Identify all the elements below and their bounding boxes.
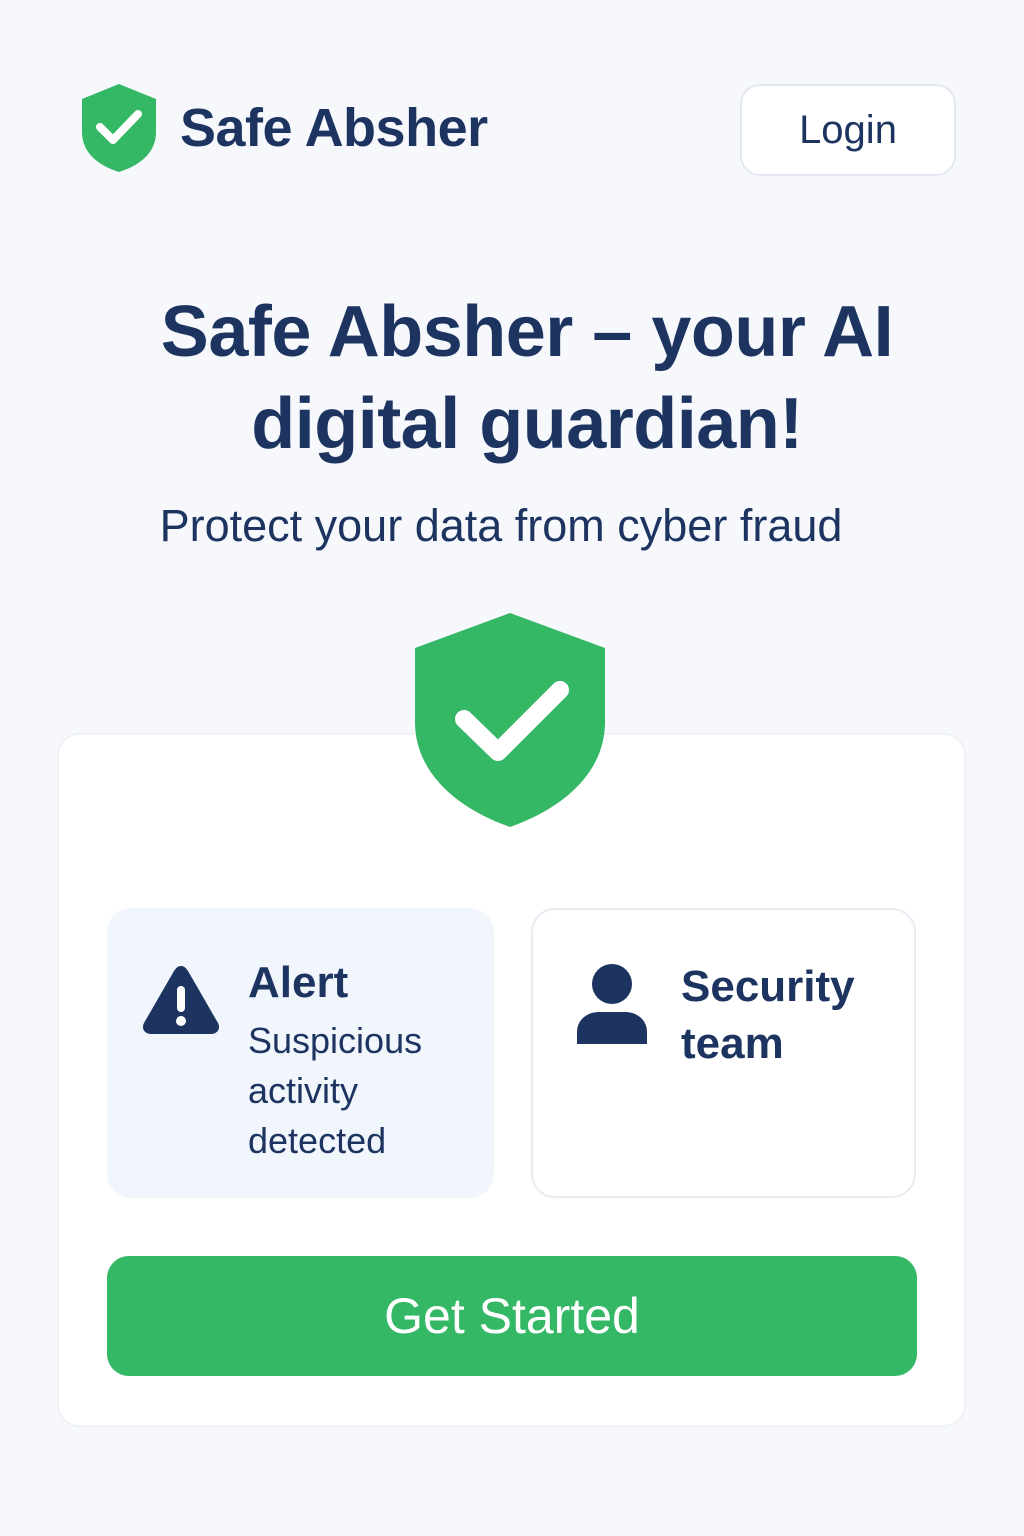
hero-title-line-2: digital guardian!: [251, 384, 803, 464]
header: Safe Absher Login: [0, 0, 1024, 260]
hero-title-line-1: Safe Absher – your AI: [160, 292, 894, 372]
get-started-button[interactable]: Get Started: [107, 1256, 917, 1376]
alert-title: Alert: [248, 958, 349, 1007]
hero-title: Safe Absher – your AI digital guardian!: [112, 286, 942, 470]
user-icon: [577, 964, 647, 1044]
alert-text: Suspicious activity detected: [248, 1020, 423, 1161]
alert-card[interactable]: Alert Suspicious activity detected: [107, 908, 494, 1198]
warning-icon: [142, 966, 220, 1034]
security-team-card[interactable]: Security team: [531, 908, 916, 1198]
shield-check-icon: [415, 613, 605, 827]
login-button[interactable]: Login: [740, 84, 956, 176]
brand-name: Safe Absher: [180, 98, 488, 158]
shield-check-icon: [82, 84, 156, 172]
team-title: Security team: [681, 962, 855, 1068]
hero-subtitle: Protect your data from cyber fraud: [159, 500, 843, 551]
brand[interactable]: Safe Absher: [80, 82, 488, 174]
